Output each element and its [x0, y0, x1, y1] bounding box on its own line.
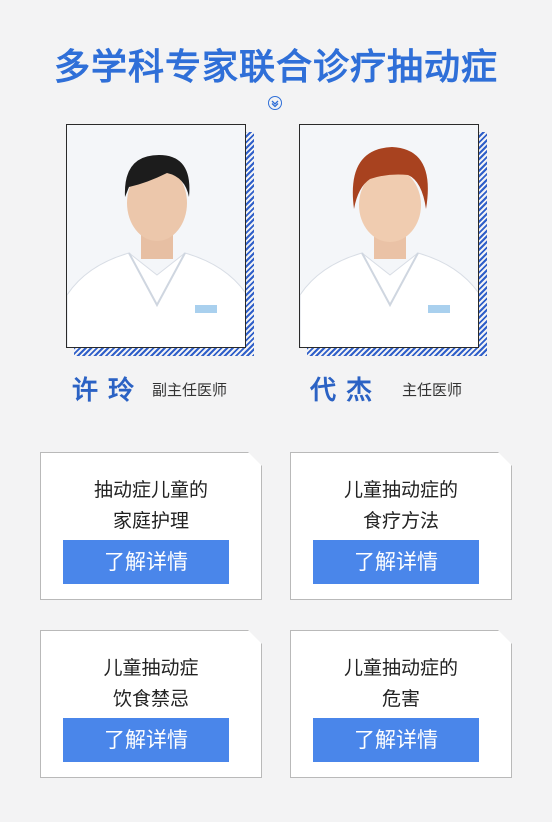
- card-title: 抽动症儿童的 家庭护理: [41, 475, 261, 537]
- card-title: 儿童抽动症的 食疗方法: [291, 475, 511, 537]
- doctor-name: 许玲: [72, 376, 145, 406]
- card-corner-decoration: [248, 630, 262, 644]
- article-card: 抽动症儿童的 家庭护理 了解详情: [40, 452, 262, 600]
- doctor-title: 主任医师: [402, 381, 463, 399]
- learn-more-button[interactable]: 了解详情: [63, 718, 229, 762]
- doctor-photo: [299, 124, 479, 348]
- page-title: 多学科专家联合诊疗抽动症: [53, 47, 498, 88]
- learn-more-button[interactable]: 了解详情: [313, 718, 479, 762]
- card-title-line: 食疗方法: [362, 510, 439, 532]
- doctor-photo: [66, 124, 246, 348]
- article-card: 儿童抽动症的 食疗方法 了解详情: [290, 452, 512, 600]
- card-title-line: 危害: [381, 688, 420, 710]
- doctor-title: 副主任医师: [152, 381, 228, 399]
- doctor-card-1: [66, 124, 256, 356]
- card-corner-decoration: [498, 452, 512, 466]
- card-title-line: 饮食禁忌: [112, 688, 189, 710]
- card-title-line: 儿童抽动症的: [343, 479, 458, 501]
- chevron-down-icon: [268, 96, 282, 110]
- card-corner-decoration: [248, 452, 262, 466]
- doctor-name: 代杰: [310, 376, 383, 406]
- learn-more-button[interactable]: 了解详情: [63, 540, 229, 584]
- card-title: 儿童抽动症的 危害: [291, 653, 511, 715]
- learn-more-button[interactable]: 了解详情: [313, 540, 479, 584]
- card-title-line: 家庭护理: [112, 510, 189, 532]
- card-title-line: 儿童抽动症: [103, 657, 199, 679]
- card-title-line: 儿童抽动症的: [343, 657, 458, 679]
- card-corner-decoration: [498, 630, 512, 644]
- article-card: 儿童抽动症的 危害 了解详情: [290, 630, 512, 778]
- card-title-line: 抽动症儿童的: [93, 479, 208, 501]
- doctor-card-2: [299, 124, 489, 356]
- card-title: 儿童抽动症 饮食禁忌: [41, 653, 261, 715]
- article-card: 儿童抽动症 饮食禁忌 了解详情: [40, 630, 262, 778]
